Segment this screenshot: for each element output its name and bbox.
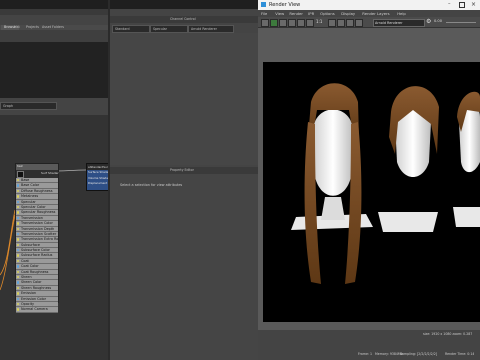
render-view-window: Render View – × File View Render IPR Options… (258, 0, 480, 360)
exposure-slider[interactable] (446, 22, 476, 23)
minimize-icon[interactable]: – (448, 2, 451, 7)
dropdown-3-label: Arnold Renderer (191, 26, 217, 31)
settings-gear-icon[interactable]: ⚙ (426, 18, 431, 25)
status-frame: Frame: 1 (358, 352, 373, 356)
renderer-label: Arnold Renderer (375, 20, 403, 25)
asset-toolbar (0, 30, 108, 42)
rendered-image[interactable] (263, 62, 480, 322)
node-title: hair (17, 164, 23, 168)
dropdown-3[interactable]: Arnold Renderer (188, 25, 234, 33)
renderer-dropdown[interactable]: Arnold Renderer (373, 19, 425, 27)
display-icon[interactable] (346, 19, 354, 27)
graph-section-label: Graph (3, 104, 14, 108)
hair-render-illustration (291, 83, 480, 284)
graph-filter-field[interactable]: Graph (0, 102, 57, 110)
channel-alpha-icon[interactable] (306, 19, 314, 27)
status-sampling: Sampling: [2/2/2/2/2/2] (400, 352, 438, 356)
window-title: Render View (269, 1, 301, 8)
close-icon[interactable]: × (471, 1, 476, 8)
status-size: size: 1920 x 1080 zoom: 0.287 (423, 332, 473, 336)
dropdown-2[interactable]: Specular (150, 25, 188, 33)
menu-item[interactable]: Render (289, 11, 303, 16)
left-header-bar (0, 9, 108, 15)
property-title: Property Editor (170, 168, 194, 172)
snapshot-icon[interactable] (279, 19, 287, 27)
node2-attribute-list: Surface Shader Volume Shader Displacement (87, 170, 109, 187)
left-workspace: Browse List Projects Asset Folders Graph… (0, 0, 258, 360)
node-attribute-list: Base Base Color Diffuse Roughness Metalness… (16, 178, 58, 313)
node-attribute-row[interactable]: Normal Camera (16, 307, 58, 313)
dropdown-2-label: Specular (153, 26, 167, 31)
remove-image-icon[interactable] (337, 19, 345, 27)
toolbar: 1:1 Arnold Renderer ⚙ 0.00 (258, 17, 480, 28)
property-empty-message: Select a selection for view attributes (120, 183, 183, 187)
status-memory: Memory: 9384Mb (375, 352, 403, 356)
status-render-time: Render Time: 0:14 (445, 352, 475, 356)
standard-surface-node[interactable]: aiStandardSurf Surface Shader Volume Shad… (86, 163, 110, 191)
asset-browser[interactable] (0, 42, 108, 98)
channel-rgb-icon[interactable] (297, 19, 305, 27)
menu-item[interactable]: Help (397, 11, 406, 16)
property-body: Select a selection for view attributes (110, 174, 258, 360)
exposure-value[interactable]: 0.00 (434, 19, 442, 23)
menu-bar: File View Render IPR Options Display Render La… (258, 10, 480, 17)
render-area (258, 28, 480, 348)
menu-item[interactable]: View (275, 11, 284, 16)
menu-item[interactable]: IPR (308, 11, 314, 16)
node-swatch-row: Surf Shader (16, 170, 59, 178)
node-graph[interactable]: hair Surf Shader Base Base Color Diffuse R… (0, 115, 110, 360)
channel-header: Channel Control (110, 16, 258, 23)
menu-item[interactable]: File (261, 11, 267, 16)
channel-body (110, 33, 258, 165)
render-icon[interactable] (261, 19, 269, 27)
menu-item[interactable]: Display (341, 11, 355, 16)
top-strip (0, 0, 258, 9)
node-subtitle: Surf Shader (41, 171, 59, 175)
region-icon[interactable] (288, 19, 296, 27)
node2-attribute-row[interactable]: Displacement (88, 181, 109, 187)
app-icon (261, 2, 266, 7)
title-bar: Render View – × (258, 0, 480, 10)
menu-item[interactable]: Options (320, 11, 335, 16)
keep-image-icon[interactable] (328, 19, 336, 27)
menu-item[interactable]: Render Layers (362, 11, 389, 16)
ipr-icon[interactable] (270, 19, 278, 27)
dropdown-1-label: Standard (115, 26, 130, 31)
maximize-icon[interactable] (459, 2, 465, 8)
swatch-icon (17, 171, 24, 178)
status-area: size: 1920 x 1080 zoom: 0.287 Frame: 1 M… (258, 330, 480, 360)
zoom-ratio[interactable]: 1:1 (316, 19, 322, 24)
property-header: Property Editor (110, 167, 258, 174)
node2-attribute-row[interactable]: Surface Shader (88, 170, 109, 176)
hair-shader-node[interactable]: hair Surf Shader Base Base Color Diffuse R… (15, 163, 59, 313)
node2-header: aiStandardSurf (87, 164, 109, 170)
channel-title: Channel Control (170, 17, 196, 21)
dropdown-1[interactable]: Standard (112, 25, 150, 33)
camera-icon[interactable] (355, 19, 363, 27)
node2-title: aiStandardSurf (88, 165, 109, 169)
